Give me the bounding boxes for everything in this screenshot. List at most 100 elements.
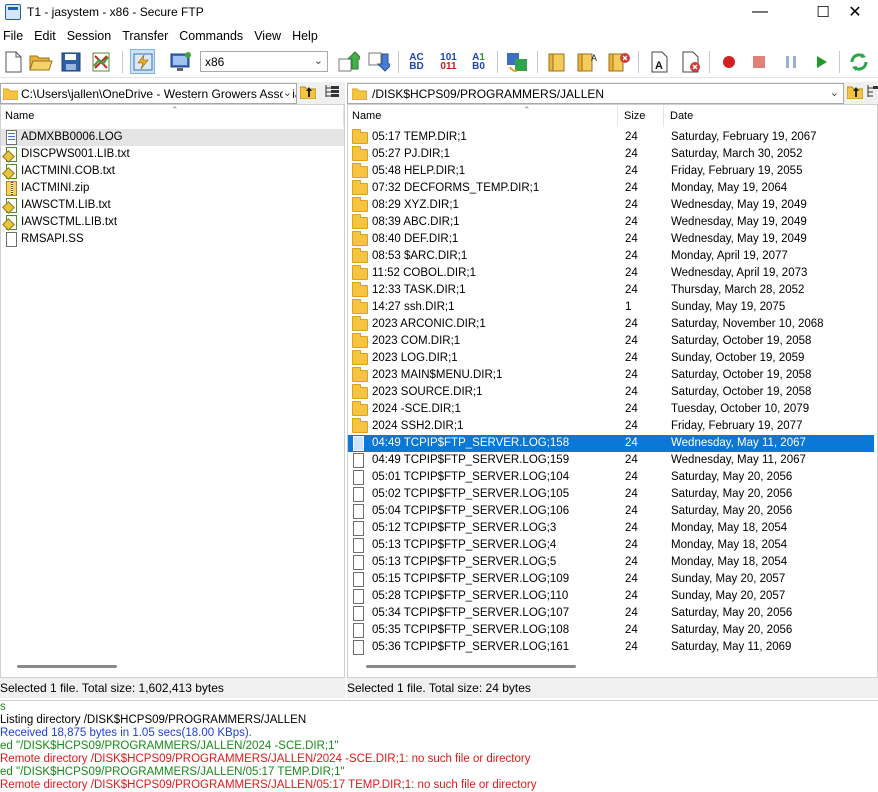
remote-file-row[interactable]: 05:13 TCPIP$FTP_SERVER.LOG;4 24 Monday, Ma… (348, 537, 874, 554)
remote-file-row[interactable]: 2024 SSH2.DIR;1 24 Friday, February 19, 20… (348, 418, 874, 435)
sort-ascending-icon: ⌃ (171, 105, 179, 115)
remote-file-name: 05:27 PJ.DIR;1 (372, 148, 450, 160)
remote-column-date[interactable]: Date (666, 105, 877, 127)
local-column-name[interactable]: ⌃ Name (1, 105, 344, 127)
local-tree-view-button[interactable] (323, 83, 340, 100)
menu-transfer[interactable]: Transfer (119, 29, 172, 43)
save-button[interactable] (58, 49, 83, 74)
remote-file-size: 24 (625, 573, 638, 585)
local-status-text: Selected 1 file. Total size: 1,602,413 b… (0, 681, 224, 695)
local-file-row[interactable]: IACTMINI.COB.txt (1, 163, 344, 180)
remote-file-row[interactable]: 05:04 TCPIP$FTP_SERVER.LOG;106 24 Saturday… (348, 503, 874, 520)
remote-tree-view-button[interactable] (866, 83, 878, 100)
local-file-row[interactable]: IAWSCTM.LIB.txt (1, 197, 344, 214)
folder-icon (352, 299, 368, 314)
local-up-folder-button[interactable] (299, 83, 316, 100)
refresh-button[interactable] (846, 49, 871, 74)
remote-file-row[interactable]: 2023 SOURCE.DIR;1 24 Saturday, October 19,… (348, 384, 874, 401)
remote-horizontal-scrollbar[interactable] (366, 665, 576, 668)
menu-commands[interactable]: Commands (176, 29, 247, 43)
auto-mode-button[interactable]: A1 B0 (466, 49, 491, 74)
menu-session[interactable]: Session (64, 29, 115, 43)
local-file-row[interactable]: DISCPWS001.LIB.txt (1, 146, 344, 163)
minimize-button[interactable]: — (737, 0, 783, 24)
remote-column-size[interactable]: Size (620, 105, 664, 127)
remote-file-row[interactable]: 07:32 DECFORMS_TEMP.DIR;1 24 Monday, May 1… (348, 180, 874, 197)
quick-connect-button[interactable] (130, 49, 155, 74)
local-file-row[interactable]: RMSAPI.SS (1, 231, 344, 248)
rename-file-button[interactable]: A (646, 49, 671, 74)
new-folder-button[interactable] (544, 49, 569, 74)
remote-file-date: Wednesday, April 19, 2073 (671, 267, 808, 279)
remote-file-row[interactable]: 08:39 ABC.DIR;1 24 Wednesday, May 19, 2049 (348, 214, 874, 231)
remote-file-row[interactable]: 2023 COM.DIR;1 24 Saturday, October 19, 20… (348, 333, 874, 350)
disconnect-button[interactable] (88, 49, 113, 74)
delete-folder-button[interactable] (606, 49, 631, 74)
toolbar: x86 ⌄ AC BD 101 011 A1 B0 A A (0, 46, 878, 78)
remote-file-date: Sunday, October 19, 2059 (671, 352, 805, 364)
remote-file-size: 24 (625, 641, 638, 653)
remote-file-row[interactable]: 05:15 TCPIP$FTP_SERVER.LOG;109 24 Sunday, … (348, 571, 874, 588)
stop-button[interactable] (746, 49, 771, 74)
remote-path-combo[interactable]: /DISK$HCPS09/PROGRAMMERS/JALLEN ⌄ (347, 83, 844, 104)
download-button[interactable] (366, 49, 391, 74)
remote-file-date: Sunday, May 19, 2075 (671, 301, 786, 313)
remote-up-folder-button[interactable] (846, 83, 863, 100)
menu-help[interactable]: Help (289, 29, 322, 43)
remote-file-row[interactable]: 05:27 PJ.DIR;1 24 Saturday, March 30, 2052 (348, 146, 874, 163)
session-log[interactable]: s Listing directory /DISK$HCPS09/PROGRAMM… (0, 700, 878, 791)
menu-view[interactable]: View (251, 29, 285, 43)
remote-file-row[interactable]: 2023 LOG.DIR;1 24 Sunday, October 19, 2059 (348, 350, 874, 367)
close-button[interactable]: ✕ (832, 0, 878, 24)
remote-file-row[interactable]: 08:53 $ARC.DIR;1 24 Monday, April 19, 2077 (348, 248, 874, 265)
menu-edit[interactable]: Edit (31, 29, 60, 43)
remote-file-row[interactable]: 05:28 TCPIP$FTP_SERVER.LOG;110 24 Sunday, … (348, 588, 874, 605)
remote-file-row[interactable]: 12:33 TASK.DIR;1 24 Thursday, March 28, 20… (348, 282, 874, 299)
folder-icon (352, 333, 368, 348)
local-path-combo[interactable]: C:\Users\jallen\OneDrive - Western Growe… (0, 83, 297, 104)
local-file-row[interactable]: IAWSCTML.LIB.txt (1, 214, 344, 231)
record-button[interactable] (716, 49, 741, 74)
rename-folder-button[interactable]: A (575, 49, 600, 74)
remote-file-row[interactable]: 2023 ARCONIC.DIR;1 24 Saturday, November 1… (348, 316, 874, 333)
remote-file-row[interactable]: 05:35 TCPIP$FTP_SERVER.LOG;108 24 Saturday… (348, 622, 874, 639)
remote-file-date: Monday, May 18, 2054 (671, 522, 788, 534)
new-session-button[interactable] (0, 49, 25, 74)
local-file-list[interactable]: ⌃ Name ADMXBB0006.LOG DISCPWS001.LIB.txt I… (0, 104, 345, 678)
chevron-down-icon: ⌄ (829, 87, 839, 99)
remote-file-row[interactable]: 08:40 DEF.DIR;1 24 Wednesday, May 19, 2049 (348, 231, 874, 248)
remote-file-row[interactable]: 05:36 TCPIP$FTP_SERVER.LOG;161 24 Saturday… (348, 639, 874, 656)
svg-text:A: A (591, 53, 597, 63)
remote-file-row[interactable]: 05:48 HELP.DIR;1 24 Friday, February 19, 2… (348, 163, 874, 180)
binary-mode-button[interactable]: 101 011 (436, 49, 461, 74)
folder-icon (352, 248, 368, 263)
remote-file-row[interactable]: 08:29 XYZ.DIR;1 24 Wednesday, May 19, 2049 (348, 197, 874, 214)
pause-button[interactable] (778, 49, 803, 74)
remote-file-row[interactable]: 05:01 TCPIP$FTP_SERVER.LOG;104 24 Saturday… (348, 469, 874, 486)
remote-file-row[interactable]: 05:13 TCPIP$FTP_SERVER.LOG;5 24 Monday, Ma… (348, 554, 874, 571)
remote-column-name[interactable]: ⌃ Name (348, 105, 618, 127)
menu-file[interactable]: File (0, 29, 27, 43)
local-file-row[interactable]: IACTMINI.zip (1, 180, 344, 197)
local-horizontal-scrollbar[interactable] (17, 665, 117, 668)
remote-file-row[interactable]: 2024 -SCE.DIR;1 24 Tuesday, October 10, 20… (348, 401, 874, 418)
remote-file-row[interactable]: 11:52 COBOL.DIR;1 24 Wednesday, April 19, … (348, 265, 874, 282)
remote-file-row[interactable]: 14:27 ssh.DIR;1 1 Sunday, May 19, 2075 (348, 299, 874, 316)
remote-file-row[interactable]: 05:12 TCPIP$FTP_SERVER.LOG;3 24 Monday, Ma… (348, 520, 874, 537)
upload-button[interactable] (336, 49, 361, 74)
site-manager-button[interactable] (168, 49, 193, 74)
remote-file-list[interactable]: ⌃ Name Size Date 05:17 TEMP.DIR;1 24 Satur… (347, 104, 878, 678)
remote-file-row[interactable]: 04:49 TCPIP$FTP_SERVER.LOG;158 24 Wednesda… (348, 435, 874, 452)
delete-file-button[interactable] (678, 49, 703, 74)
remote-file-row[interactable]: 05:17 TEMP.DIR;1 24 Saturday, February 19,… (348, 129, 874, 146)
synchronize-button[interactable] (504, 49, 529, 74)
remote-file-row[interactable]: 05:34 TCPIP$FTP_SERVER.LOG;107 24 Saturday… (348, 605, 874, 622)
remote-file-row[interactable]: 2023 MAIN$MENU.DIR;1 24 Saturday, October … (348, 367, 874, 384)
local-file-row[interactable]: ADMXBB0006.LOG (1, 129, 344, 146)
remote-file-row[interactable]: 05:02 TCPIP$FTP_SERVER.LOG;105 24 Saturday… (348, 486, 874, 503)
open-button[interactable] (28, 49, 53, 74)
play-button[interactable] (808, 49, 833, 74)
remote-file-row[interactable]: 04:49 TCPIP$FTP_SERVER.LOG;159 24 Wednesda… (348, 452, 874, 469)
ascii-mode-button[interactable]: AC BD (404, 49, 429, 74)
session-combo[interactable]: x86 ⌄ (200, 51, 328, 72)
